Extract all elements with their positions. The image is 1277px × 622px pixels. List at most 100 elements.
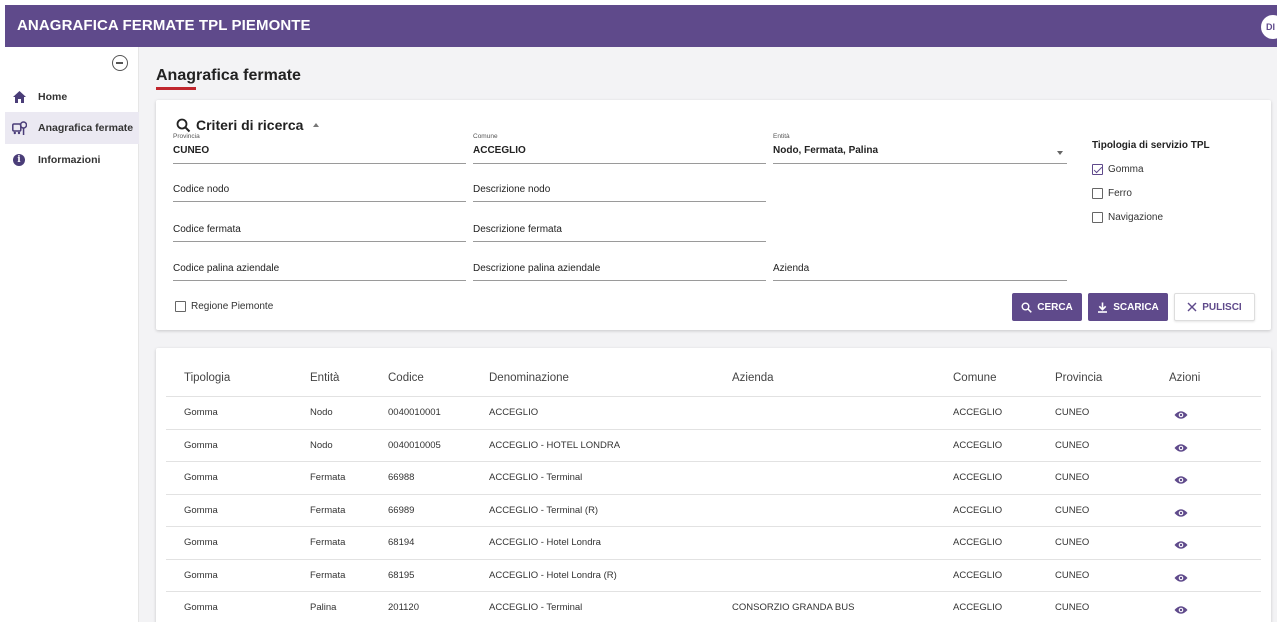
- cell-provincia: CUNEO: [1055, 472, 1090, 483]
- table-row: Gomma Palina 201120 ACCEGLIO - Terminal CONS…: [166, 591, 1261, 622]
- cell-comune: ACCEGLIO: [953, 472, 1003, 483]
- cell-provincia: CUNEO: [1055, 569, 1090, 581]
- entita-value: Nodo, Fermata, Palina: [773, 145, 879, 156]
- descrizione-fermata-input[interactable]: Descrizione fermata: [473, 218, 766, 242]
- results-table: Tipologia Entità Codice Denominazione Az…: [156, 348, 1271, 622]
- table-row: Gomma Nodo 0040010005 ACCEGLIO - HOTEL LOND…: [166, 428, 1261, 462]
- cell-provincia: CUNEO: [1055, 537, 1090, 548]
- search-icon: [1021, 302, 1033, 313]
- cell-comune: ACCEGLIO: [953, 602, 1003, 613]
- column-header-entita[interactable]: Entità: [310, 372, 339, 384]
- cell-comune: ACCEGLIO: [953, 439, 1003, 451]
- provincia-field[interactable]: Provincia CUNEO: [173, 133, 466, 164]
- cell-comune: ACCEGLIO: [953, 407, 1003, 418]
- dropdown-arrow-icon: [1057, 151, 1063, 155]
- column-header-azioni: Azioni: [1169, 372, 1201, 384]
- view-eye-icon[interactable]: [1174, 472, 1188, 490]
- view-eye-icon[interactable]: [1174, 602, 1188, 620]
- cell-codice: 0040010005: [388, 439, 441, 451]
- cell-tipologia: Gomma: [184, 602, 218, 613]
- codice-nodo-input[interactable]: Codice nodo: [173, 178, 466, 202]
- table-row: Gomma Nodo 0040010001 ACCEGLIO ACCEGLIO CUNEO: [166, 396, 1261, 429]
- tipologia-title: Tipologia di servizio TPL: [1092, 140, 1210, 151]
- cell-comune: ACCEGLIO: [953, 537, 1003, 548]
- gomma-checkbox[interactable]: Gomma: [1092, 164, 1144, 175]
- comune-value: ACCEGLIO: [473, 145, 526, 156]
- comune-label: Comune: [473, 133, 498, 140]
- cell-codice: 68194: [388, 537, 415, 548]
- title-underline: [156, 87, 196, 90]
- app-header: ANAGRAFICA FERMATE TPL PIEMONTE DI: [5, 5, 1277, 47]
- cell-denominazione: ACCEGLIO - Terminal (R): [489, 504, 599, 516]
- cell-provincia: CUNEO: [1055, 407, 1090, 418]
- cell-provincia: CUNEO: [1055, 602, 1090, 613]
- sidebar-item-home[interactable]: Home: [5, 81, 139, 113]
- sidebar-item-label: Anagrafica fermate: [38, 122, 134, 134]
- cell-codice: 201120: [388, 602, 419, 613]
- table-row: Gomma Fermata 66989 ACCEGLIO - Terminal (R)…: [166, 493, 1261, 527]
- cell-denominazione: ACCEGLIO - Terminal: [489, 602, 583, 613]
- cell-tipologia: Gomma: [184, 439, 218, 451]
- view-eye-icon[interactable]: [1174, 537, 1188, 555]
- view-eye-icon[interactable]: [1174, 440, 1188, 458]
- navigazione-checkbox[interactable]: Navigazione: [1092, 212, 1163, 223]
- column-header-comune[interactable]: Comune: [953, 372, 996, 384]
- download-icon: [1098, 302, 1108, 313]
- table-row: Gomma Fermata 68195 ACCEGLIO - Hotel Londra…: [166, 558, 1261, 592]
- search-criteria-panel: Criteri di ricerca Provincia CUNEO Comun…: [156, 100, 1271, 330]
- cell-tipologia: Gomma: [184, 407, 218, 418]
- main-content: Anagrafica fermate Criteri di ricerca Pr…: [139, 47, 1277, 622]
- view-eye-icon[interactable]: [1174, 505, 1188, 523]
- sidebar-item-label: Informazioni: [38, 154, 101, 166]
- checkbox-icon: [1092, 188, 1103, 199]
- descrizione-palina-input[interactable]: Descrizione palina aziendale: [473, 257, 766, 281]
- entita-select[interactable]: Entità Nodo, Fermata, Palina: [773, 133, 1067, 164]
- view-eye-icon[interactable]: [1174, 407, 1188, 425]
- comune-field[interactable]: Comune ACCEGLIO: [473, 133, 766, 164]
- search-criteria-title: Criteri di ricerca: [196, 117, 304, 133]
- cell-entita: Nodo: [310, 407, 333, 418]
- chevron-up-icon: [313, 123, 320, 127]
- sidebar-item-anagrafica-fermate[interactable]: Anagrafica fermate: [5, 112, 139, 144]
- regione-piemonte-checkbox[interactable]: Regione Piemonte: [175, 301, 273, 312]
- cell-tipologia: Gomma: [184, 472, 218, 483]
- cell-codice: 66989: [388, 504, 415, 516]
- close-icon: [1187, 302, 1197, 312]
- column-header-provincia[interactable]: Provincia: [1055, 372, 1102, 384]
- azienda-input[interactable]: Azienda: [773, 257, 1067, 281]
- cell-entita: Fermata: [310, 472, 346, 483]
- sidebar-item-label: Home: [38, 91, 68, 103]
- column-header-tipologia[interactable]: Tipologia: [184, 372, 230, 384]
- user-avatar[interactable]: DI: [1261, 15, 1277, 39]
- collapse-sidebar-icon[interactable]: [112, 55, 128, 71]
- pulisci-button[interactable]: PULISCI: [1174, 293, 1255, 321]
- scarica-button[interactable]: SCARICA: [1088, 293, 1168, 321]
- cell-denominazione: ACCEGLIO - Hotel Londra: [489, 537, 601, 548]
- cell-entita: Palina: [310, 602, 337, 613]
- cell-entita: Fermata: [310, 537, 346, 548]
- codice-palina-input[interactable]: Codice palina aziendale: [173, 257, 466, 281]
- cerca-button[interactable]: CERCA: [1012, 293, 1082, 321]
- column-header-denominazione[interactable]: Denominazione: [489, 372, 569, 384]
- checkbox-icon: [175, 301, 186, 312]
- codice-fermata-input[interactable]: Codice fermata: [173, 218, 466, 242]
- cell-tipologia: Gomma: [184, 569, 218, 581]
- ferro-checkbox[interactable]: Ferro: [1092, 188, 1132, 199]
- provincia-value: CUNEO: [173, 145, 210, 156]
- cell-codice: 68195: [388, 569, 415, 581]
- app-title: ANAGRAFICA FERMATE TPL PIEMONTE: [17, 17, 311, 34]
- cell-entita: Nodo: [310, 439, 333, 451]
- cell-provincia: CUNEO: [1055, 504, 1090, 516]
- view-eye-icon[interactable]: [1174, 570, 1188, 588]
- search-icon: [176, 118, 191, 132]
- search-criteria-toggle[interactable]: Criteri di ricerca: [176, 117, 320, 133]
- cell-provincia: CUNEO: [1055, 439, 1090, 451]
- cell-tipologia: Gomma: [184, 537, 218, 548]
- sidebar-item-informazioni[interactable]: i Informazioni: [5, 144, 139, 176]
- home-icon: [11, 89, 27, 105]
- column-header-codice[interactable]: Codice: [388, 372, 424, 384]
- info-icon: i: [11, 152, 27, 168]
- descrizione-nodo-input[interactable]: Descrizione nodo: [473, 178, 766, 202]
- cell-codice: 66988: [388, 472, 415, 483]
- column-header-azienda[interactable]: Azienda: [732, 372, 774, 384]
